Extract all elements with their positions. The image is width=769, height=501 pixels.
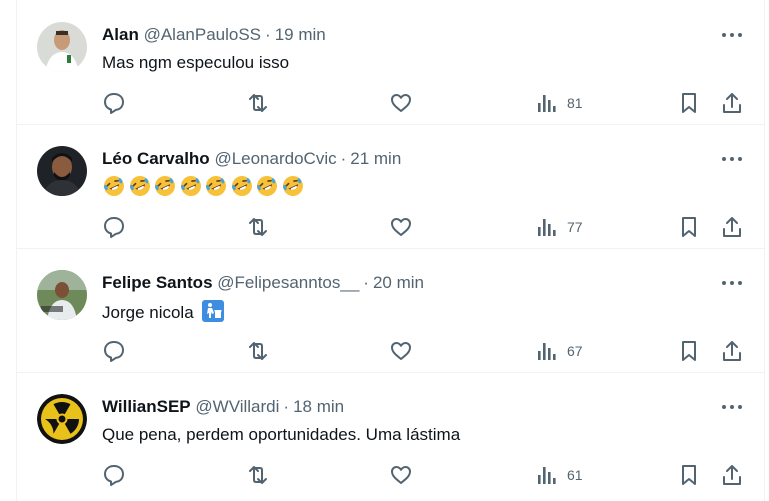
separator-dot: ·	[265, 25, 271, 44]
repost-icon[interactable]	[245, 90, 271, 116]
reply-post[interactable]: WillianSEP @WVillardi · 18 min Que pena, p…	[17, 372, 764, 496]
post-header: Felipe Santos @Felipesanntos__ · 20 min	[102, 272, 424, 294]
separator-dot: ·	[340, 149, 347, 168]
repost-icon[interactable]	[245, 338, 271, 364]
author-handle[interactable]: @Felipesanntos__	[217, 273, 359, 292]
view-count: 67	[567, 343, 583, 359]
post-text: Jorge nicola	[102, 303, 194, 322]
views-icon[interactable]	[533, 462, 559, 488]
views-icon[interactable]	[533, 338, 559, 364]
reply-icon[interactable]	[101, 90, 127, 116]
author-name[interactable]: WillianSEP	[102, 397, 191, 416]
avatar[interactable]	[37, 146, 87, 196]
rofl-emoji	[257, 176, 277, 196]
rofl-emoji	[206, 176, 226, 196]
more-icon[interactable]	[719, 274, 745, 292]
author-handle[interactable]: @AlanPauloSS	[144, 25, 261, 44]
share-icon[interactable]	[719, 338, 745, 364]
litter-in-bin-emoji	[202, 300, 225, 322]
bookmark-icon[interactable]	[676, 90, 702, 116]
rofl-emoji	[104, 176, 124, 196]
post-text-emoji	[102, 174, 306, 198]
reply-feed: Alan @AlanPauloSS · 19 min Mas ngm especul…	[16, 0, 765, 501]
more-icon[interactable]	[719, 26, 745, 44]
reply-post[interactable]: Léo Carvalho @LeonardoCvic · 21 min 77	[17, 124, 764, 249]
bookmark-icon[interactable]	[676, 462, 702, 488]
post-time[interactable]: 19 min	[275, 25, 326, 44]
post-time[interactable]: 20 min	[373, 273, 424, 292]
post-header: Léo Carvalho @LeonardoCvic · 21 min	[102, 148, 401, 170]
rofl-emoji	[180, 176, 201, 196]
author-name[interactable]: Léo Carvalho	[102, 149, 210, 168]
post-time[interactable]: 21 min	[350, 149, 401, 168]
post-header: WillianSEP @WVillardi · 18 min	[102, 396, 344, 418]
share-icon[interactable]	[719, 214, 745, 240]
views-icon[interactable]	[533, 214, 559, 240]
reply-icon[interactable]	[101, 214, 127, 240]
reply-icon[interactable]	[101, 462, 127, 488]
repost-icon[interactable]	[245, 214, 271, 240]
like-icon[interactable]	[388, 90, 414, 116]
author-handle[interactable]: @LeonardoCvic	[214, 149, 336, 168]
author-name[interactable]: Felipe Santos	[102, 273, 213, 292]
view-count: 81	[567, 95, 583, 111]
post-text: Que pena, perdem oportunidades. Uma lást…	[102, 425, 461, 444]
more-icon[interactable]	[719, 150, 745, 168]
post-header: Alan @AlanPauloSS · 19 min	[102, 24, 326, 46]
author-name[interactable]: Alan	[102, 25, 139, 44]
repost-icon[interactable]	[245, 462, 271, 488]
post-text: Mas ngm especulou isso	[102, 53, 290, 72]
reply-post[interactable]: Alan @AlanPauloSS · 19 min Mas ngm especul…	[17, 0, 764, 125]
rofl-emoji	[231, 176, 252, 196]
view-count: 61	[567, 467, 583, 483]
separator-dot: ·	[283, 397, 290, 416]
like-icon[interactable]	[388, 214, 414, 240]
post-time[interactable]: 18 min	[293, 397, 344, 416]
rofl-emoji	[282, 176, 303, 196]
author-handle[interactable]: @WVillardi	[195, 397, 279, 416]
bookmark-icon[interactable]	[676, 214, 702, 240]
like-icon[interactable]	[388, 462, 414, 488]
post-text-row: Jorge nicola 🚮	[102, 300, 225, 324]
view-count: 77	[567, 219, 583, 235]
radiation-symbol-avatar[interactable]	[37, 394, 87, 444]
bookmark-icon[interactable]	[676, 338, 702, 364]
avatar[interactable]	[37, 22, 87, 72]
share-icon[interactable]	[719, 90, 745, 116]
rofl-emoji	[129, 176, 150, 196]
rofl-emoji	[155, 176, 175, 196]
share-icon[interactable]	[719, 462, 745, 488]
reply-icon[interactable]	[101, 338, 127, 364]
separator-dot: ·	[363, 273, 369, 292]
more-icon[interactable]	[719, 398, 745, 416]
like-icon[interactable]	[388, 338, 414, 364]
avatar[interactable]	[37, 270, 87, 320]
views-icon[interactable]	[533, 90, 559, 116]
reply-post[interactable]: Felipe Santos @Felipesanntos__ · 20 min Jo…	[17, 248, 764, 373]
